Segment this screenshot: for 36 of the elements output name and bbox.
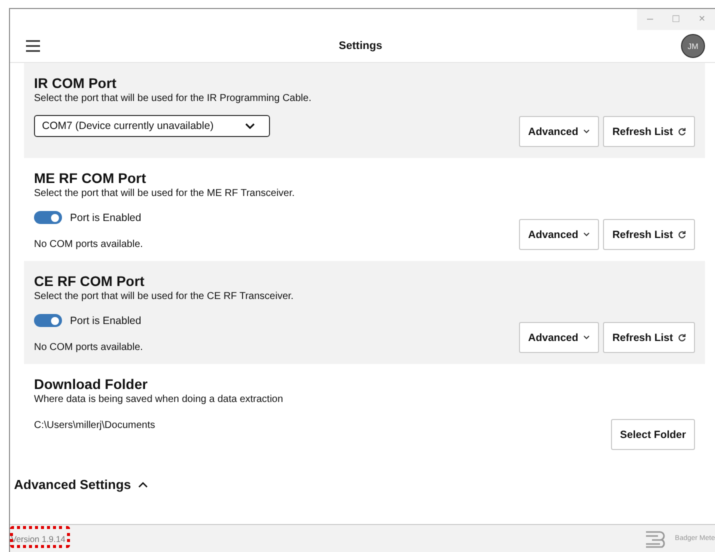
refresh-button[interactable]: Refresh List (603, 116, 695, 147)
refresh-icon (678, 230, 686, 239)
section-description: Select the port that will be used for the ME RF Transceiver. (34, 188, 295, 199)
refresh-button[interactable]: Refresh List (603, 322, 695, 353)
section-description: Select the port that will be used for the CE RF Transceiver. (34, 291, 294, 302)
status-text: C:\Users\millerj\Documents (34, 420, 156, 431)
refresh-icon (678, 127, 686, 136)
user-avatar[interactable]: JM (681, 34, 705, 58)
section-title: ME RF COM Port (34, 170, 146, 186)
status-text: No COM ports available. (34, 239, 143, 250)
advanced-settings-toggle[interactable]: Advanced Settings (14, 477, 148, 492)
select-folder-button[interactable]: Select Folder (611, 419, 695, 450)
caret-icon (583, 232, 590, 237)
version-text: Version 1.9.14 (10, 534, 66, 544)
refresh-icon (678, 333, 686, 342)
status-text: No COM ports available. (34, 342, 143, 353)
advanced-button[interactable]: Advanced (519, 116, 600, 147)
toggle-label: Port is Enabled (70, 212, 142, 224)
page-title: Settings (338, 40, 382, 52)
section-title: CE RF COM Port (34, 273, 144, 289)
section-title: IR COM Port (34, 75, 116, 91)
caret-icon (583, 129, 590, 134)
section-title: Download Folder (34, 376, 148, 392)
refresh-button[interactable]: Refresh List (603, 219, 695, 250)
toggle-switch[interactable] (34, 211, 62, 224)
port-dropdown[interactable]: COM7 (Device currently unavailable) (34, 115, 270, 137)
highlight-outline (10, 526, 70, 548)
chevron-down-icon (245, 123, 255, 129)
toggle-switch[interactable] (34, 314, 62, 327)
section-description: Select the port that will be used for the IR Programming Cable. (34, 93, 312, 104)
caret-icon (583, 335, 590, 340)
menu-icon[interactable] (26, 40, 40, 52)
section-description: Where data is being saved when doing a data extraction (34, 394, 284, 405)
toggle-label: Port is Enabled (70, 314, 142, 326)
advanced-button[interactable]: Advanced (519, 219, 600, 250)
advanced-button[interactable]: Advanced (519, 322, 600, 353)
